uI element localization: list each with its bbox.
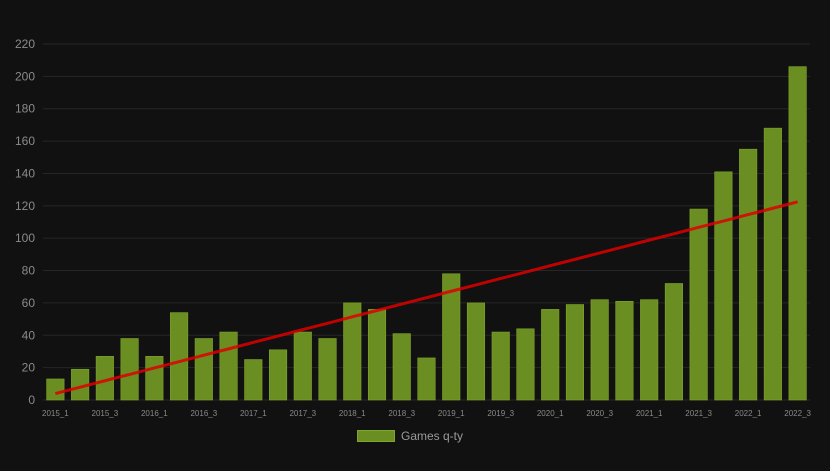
x-tick-label-2018_1: 2018_1 [339, 409, 366, 418]
x-tick-label-2016_1: 2016_1 [141, 409, 168, 418]
y-tick-label-40: 40 [22, 328, 36, 342]
bar-2021_3[interactable] [689, 208, 708, 401]
bar-2020_4[interactable] [615, 300, 634, 401]
x-tick-label-2021_3: 2021_3 [685, 409, 712, 418]
bar-2017_1[interactable] [244, 359, 263, 401]
x-tick-label-2021_1: 2021_1 [636, 409, 663, 418]
bar-2018_2[interactable] [367, 309, 387, 401]
bar-2019_2[interactable] [466, 302, 486, 401]
x-tick-label-2015_1: 2015_1 [42, 409, 69, 418]
bars [46, 66, 807, 401]
bar-2020_1[interactable] [541, 309, 560, 401]
x-tick-label-2020_1: 2020_1 [537, 409, 564, 418]
bar-2016_1[interactable] [145, 356, 164, 401]
y-tick-label-80: 80 [22, 264, 36, 278]
legend-swatch-games-qty [357, 430, 395, 442]
bar-2018_3[interactable] [392, 333, 411, 401]
y-tick-label-120: 120 [15, 199, 35, 213]
bar-2015_4[interactable] [120, 338, 139, 401]
bar-2015_1[interactable] [46, 378, 65, 401]
y-tick-label-160: 160 [15, 134, 35, 148]
x-axis-ticks: 2015_1 2015_3 2016_1 2016_3 2017_1 2017_3 2018… [42, 409, 812, 418]
bar-2016_3[interactable] [194, 338, 213, 401]
bar-2022_3[interactable] [788, 66, 807, 401]
y-tick-label-100: 100 [15, 231, 35, 245]
y-tick-label-60: 60 [22, 296, 36, 310]
y-axis-ticks: 0 20 40 60 80 100 120 140 160 180 200 220 [15, 37, 35, 407]
bar-2019_3[interactable] [491, 331, 510, 401]
x-tick-label-2015_3: 2015_3 [92, 409, 119, 418]
x-tick-label-2019_1: 2019_1 [438, 409, 465, 418]
y-tick-label-140: 140 [15, 166, 35, 180]
bar-2021_1[interactable] [640, 299, 659, 401]
bar-2017_4[interactable] [318, 338, 337, 401]
bar-2016_2[interactable] [170, 312, 189, 401]
legend[interactable]: Games q-ty [357, 429, 463, 443]
x-tick-label-2018_3: 2018_3 [388, 409, 415, 418]
x-tick-label-2017_1: 2017_1 [240, 409, 267, 418]
bar-2017_3[interactable] [293, 331, 312, 401]
bar-2020_2[interactable] [565, 304, 585, 401]
x-tick-label-2022_3: 2022_3 [784, 409, 811, 418]
x-tick-label-2017_3: 2017_3 [289, 409, 316, 418]
bar-2022_1[interactable] [739, 148, 758, 401]
bar-chart: 020406080100120140160180200220 2015_1 201… [15, 37, 812, 418]
y-tick-label-0: 0 [28, 393, 35, 407]
y-tick-label-200: 200 [15, 69, 35, 83]
chart-area: 0 20 40 60 80 100 120 140 160 180 200 220 2015_1 201… [0, 0, 830, 466]
x-tick-label-2019_3: 2019_3 [487, 409, 514, 418]
bar-2020_3[interactable] [590, 299, 609, 401]
y-tick-label-20: 20 [22, 361, 36, 375]
x-tick-label-2016_3: 2016_3 [190, 409, 217, 418]
y-tick-label-180: 180 [15, 102, 35, 116]
bar-2019_4[interactable] [516, 328, 535, 401]
bar-2017_2[interactable] [268, 349, 288, 401]
bar-2018_4[interactable] [417, 357, 436, 401]
bar-2016_4[interactable] [219, 331, 238, 401]
y-tick-label-220: 220 [15, 37, 35, 51]
bar-2022_2[interactable] [763, 127, 782, 401]
legend-label: Games q-ty [401, 429, 464, 443]
x-tick-label-2020_3: 2020_3 [586, 409, 613, 418]
x-tick-label-2022_1: 2022_1 [735, 409, 762, 418]
bar-2021_2[interactable] [664, 283, 683, 401]
bar-2021_4[interactable] [714, 171, 733, 401]
